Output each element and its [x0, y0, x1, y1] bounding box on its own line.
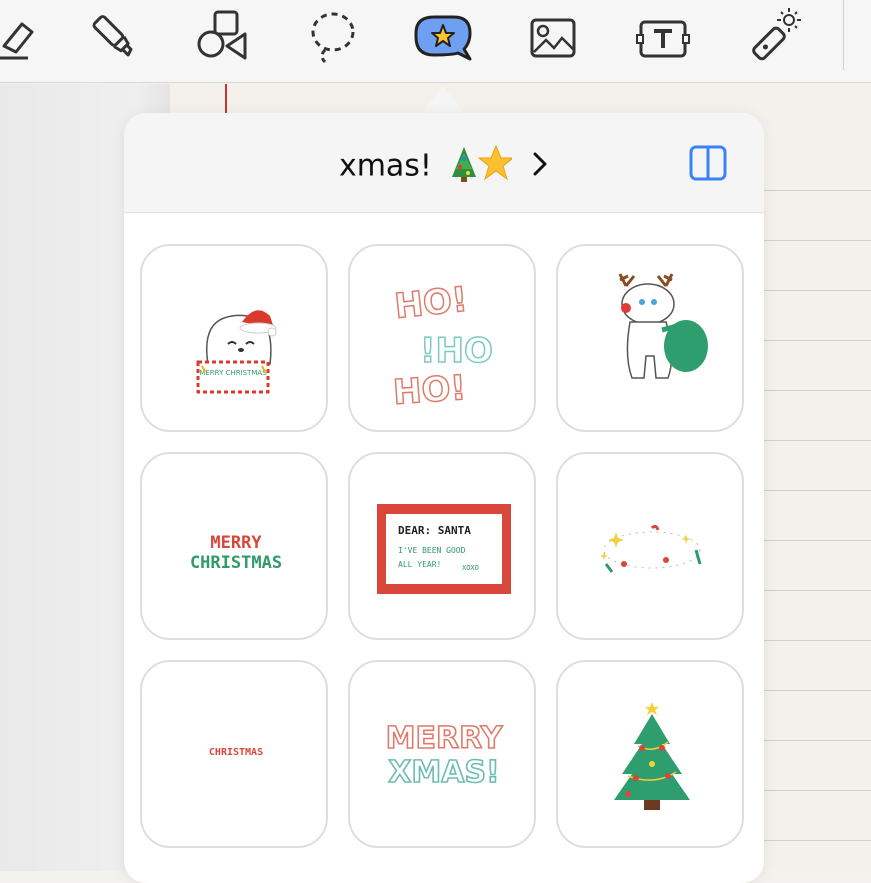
toolbar [0, 0, 871, 83]
sticker-cell[interactable]: CHRISTMAS [140, 660, 328, 848]
lasso-tool[interactable] [303, 8, 363, 68]
bear-santa-hat-sticker: MERRY CHRISTMAS [196, 310, 277, 394]
notebook-margin-line [225, 84, 227, 114]
sticker-cell[interactable]: DEAR: SANTA I'VE BEEN GOOD ALL YEAR! XOX… [348, 452, 536, 640]
sticker-text: MERRY [386, 721, 504, 756]
svg-text:HO!: HO! [392, 368, 467, 413]
image-icon [530, 18, 576, 58]
sticker-text: DEAR: SANTA [398, 524, 471, 537]
split-view-icon [689, 145, 727, 181]
notebook-rule [764, 540, 871, 541]
sticker-cell[interactable] [556, 660, 744, 848]
notebook-rule [764, 640, 871, 641]
sticker-text: CHRISTMAS [209, 747, 263, 758]
dear-santa-stamp-sticker: DEAR: SANTA I'VE BEEN GOOD ALL YEAR! XOX… [377, 504, 511, 594]
notebook-rule [764, 190, 871, 191]
eraser-icon [0, 22, 34, 60]
sticker-tool[interactable] [413, 8, 473, 68]
sticker-cell[interactable] [556, 452, 744, 640]
sticker-cell[interactable] [556, 244, 744, 432]
notebook-rule [764, 490, 871, 491]
notebook-rule [764, 390, 871, 391]
sticker-text: CHRISTMAS [190, 553, 282, 573]
pack-title: xmas! [338, 148, 432, 184]
popover-arrow [421, 86, 465, 114]
svg-text:!HO: !HO [420, 331, 493, 371]
laser-pointer-tool[interactable] [743, 8, 803, 68]
notebook-rule [764, 740, 871, 741]
text-box-icon [636, 20, 690, 58]
merry-christmas-lettering-sticker: MERRY CHRISTMAS [190, 533, 282, 573]
pack-title-emoji [446, 143, 514, 191]
svg-text:HO!: HO! [393, 280, 470, 327]
notebook-rule [764, 240, 871, 241]
eraser-tool[interactable] [0, 8, 46, 68]
shapes-tool[interactable] [193, 8, 253, 68]
star-sticker-icon [414, 15, 472, 61]
notebook-rule [764, 290, 871, 291]
sticker-pack-selector[interactable]: xmas! [124, 143, 764, 191]
chevron-right-icon [531, 150, 549, 185]
image-tool[interactable] [523, 8, 583, 68]
notebook-rule [764, 840, 871, 841]
sticker-text: XMAS! [388, 755, 500, 790]
popover-header: xmas! [124, 113, 764, 213]
laser-pointer-icon [752, 8, 801, 61]
shapes-icon [197, 10, 247, 60]
sticker-text: ALL YEAR! [398, 560, 441, 569]
split-view-button[interactable] [689, 145, 727, 181]
notebook-rule [764, 590, 871, 591]
notebook-rule [764, 440, 871, 441]
ho-ho-ho-sticker: HO! !HO HO! [391, 279, 494, 414]
notebook-rule [764, 790, 871, 791]
notebook-rule [764, 690, 871, 691]
notebook-rule [764, 340, 871, 341]
highlighter-tool[interactable] [84, 8, 144, 68]
sticker-text: I'VE BEEN GOOD [398, 546, 466, 555]
toolbar-divider [843, 0, 844, 70]
highlighter-icon [92, 15, 133, 57]
text-tool[interactable] [633, 8, 693, 68]
sticker-text: MERRY [210, 533, 262, 553]
sticker-cell[interactable]: HO! !HO HO! [348, 244, 536, 432]
merry-xmas-outline-sticker: MERRY XMAS! [385, 720, 505, 791]
sticker-text: MERRY CHRISTMAS [199, 369, 267, 377]
christmas-small-text-sticker: CHRISTMAS [209, 747, 263, 758]
sticker-cell[interactable]: MERRY XMAS! [348, 660, 536, 848]
lasso-icon [311, 12, 355, 64]
sticker-cell[interactable]: MERRY CHRISTMAS [140, 452, 328, 640]
sticker-text: XOXO [462, 564, 479, 572]
reindeer-sticker [618, 273, 708, 379]
sticker-popover: xmas! MERRY CHRISTMAS HO! !HO HO! MERRY … [124, 113, 764, 883]
sticker-cell[interactable]: MERRY CHRISTMAS [140, 244, 328, 432]
christmas-tree-sticker [614, 702, 690, 810]
sparkle-garland-sticker [600, 524, 702, 573]
